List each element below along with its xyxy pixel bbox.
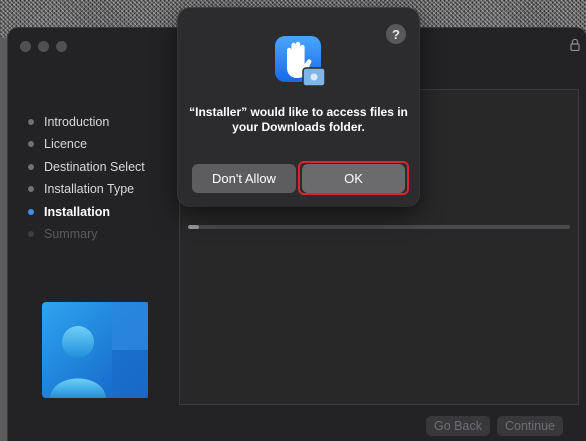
step-dot-current [28,209,34,215]
privacy-permission-dialog: ? “Installer” would like to access files… [178,8,419,206]
step-installation-type: Installation Type [28,181,134,197]
step-label: Installation [44,205,110,219]
step-dot [28,119,34,125]
step-label: Installation Type [44,182,135,196]
step-label: Destination Select [44,160,145,174]
company-portal-logo [42,302,148,398]
step-summary: Summary [28,226,97,242]
step-dot [28,231,34,237]
progress-fill [188,225,200,229]
step-introduction: Introduction [28,114,109,130]
help-button[interactable]: ? [386,24,406,44]
step-licence: Licence [28,136,87,152]
dont-allow-button[interactable]: Don't Allow [192,164,296,193]
step-destination-select: Destination Select [28,159,145,175]
close-window-button[interactable] [20,41,31,52]
step-label: Summary [44,227,98,241]
step-label: Introduction [44,115,110,129]
go-back-button[interactable]: Go Back [426,416,490,436]
zoom-window-button[interactable] [56,41,67,52]
installation-progress-bar [188,225,570,229]
ok-button[interactable]: OK [302,164,405,193]
lock-icon [570,38,580,51]
step-dot [28,186,34,192]
step-label: Licence [44,137,88,151]
permission-message: “Installer” would like to access files i… [189,105,408,134]
step-dot [28,164,34,170]
continue-button[interactable]: Continue [497,416,563,436]
step-dot [28,141,34,147]
step-installation: Installation [28,204,110,220]
raised-hand-privacy-icon [275,36,326,87]
minimize-window-button[interactable] [38,41,49,52]
